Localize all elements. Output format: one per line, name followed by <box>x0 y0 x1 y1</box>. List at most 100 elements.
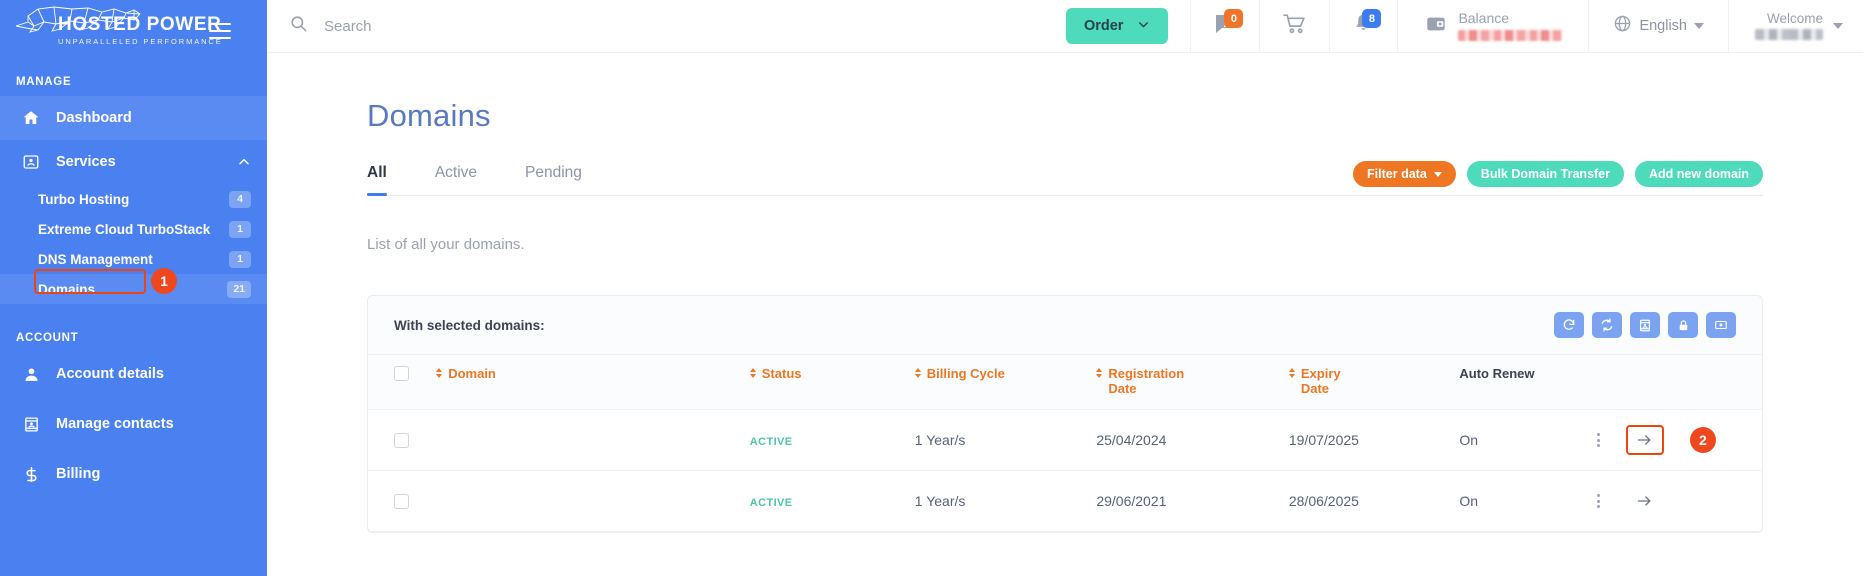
content-area: Order 0 <box>267 0 1863 576</box>
page-title: Domains <box>367 98 491 133</box>
contacts-icon[interactable] <box>1630 312 1660 338</box>
order-button[interactable]: Order <box>1065 8 1169 44</box>
th-billing-cycle[interactable]: Billing Cycle <box>914 355 1097 410</box>
sidebar-item-turbo-hosting[interactable]: Turbo Hosting 4 <box>0 184 267 214</box>
auto-renew-sync-icon[interactable] <box>1592 312 1622 338</box>
row-registration-date: 29/06/2021 <box>1096 470 1289 532</box>
search-input[interactable] <box>324 17 644 35</box>
balance-text: Balance <box>1458 9 1563 42</box>
filter-data-label: Filter data <box>1367 167 1427 181</box>
sort-icon <box>749 368 756 378</box>
row-open-arrow-icon[interactable] <box>1626 486 1664 516</box>
support-tickets-button[interactable]: 0 <box>1190 0 1259 52</box>
user-menu[interactable]: Welcome <box>1728 0 1863 52</box>
renew-icon[interactable] <box>1554 312 1584 338</box>
sidebar-brand[interactable]: HOSTED POWER UNPARALLELED PERFORMANCE <box>0 0 267 62</box>
status-badge: ACTIVE <box>749 436 793 448</box>
sidebar-item-manage-contacts-label: Manage contacts <box>56 416 174 432</box>
language-label: English <box>1639 18 1687 34</box>
sidebar-badge-dns-management: 1 <box>229 250 251 268</box>
row-status-cell: ACTIVE <box>749 409 915 471</box>
sidebar-badge-extreme-cloud-turbostack: 1 <box>229 220 251 238</box>
sidebar-badge-domains: 21 <box>227 280 251 298</box>
sidebar-item-dashboard[interactable]: Dashboard <box>0 96 267 140</box>
row-select-cell <box>368 470 437 532</box>
welcome-label: Welcome <box>1766 10 1823 26</box>
table-row[interactable]: ACTIVE 1 Year/s 29/06/2021 28/06/2025 On <box>368 470 1762 532</box>
annotation-step-1: 1 <box>151 268 177 294</box>
row-open-arrow-icon[interactable] <box>1625 425 1664 455</box>
sidebar-item-manage-contacts[interactable]: Manage contacts <box>0 402 267 446</box>
row-menu-icon[interactable] <box>1596 433 1600 447</box>
sidebar-item-extreme-cloud-turbostack-label: Extreme Cloud TurboStack <box>38 221 211 237</box>
row-domain-cell <box>436 409 750 471</box>
row-checkbox[interactable] <box>394 432 409 448</box>
order-button-label: Order <box>1083 18 1124 34</box>
services-card-icon <box>16 153 46 171</box>
chevron-down-icon <box>1137 18 1150 35</box>
sidebar-item-dns-management[interactable]: DNS Management 1 <box>0 244 267 274</box>
shopping-cart-icon <box>1282 11 1307 41</box>
chevron-up-icon[interactable] <box>237 155 251 169</box>
row-actions-cell <box>1596 470 1762 532</box>
filter-data-button[interactable]: Filter data <box>1353 161 1456 187</box>
table-row[interactable]: ACTIVE 1 Year/s 25/04/2024 19/07/2025 On <box>368 409 1762 471</box>
sidebar-item-billing[interactable]: Billing <box>0 452 267 496</box>
row-menu-icon[interactable] <box>1596 494 1600 508</box>
tab-bar: All Active Pending Filter data Bulk Doma… <box>367 161 1763 196</box>
tab-pending-label: Pending <box>525 164 582 181</box>
row-checkbox[interactable] <box>394 493 409 509</box>
order-cell: Order <box>1044 0 1191 52</box>
registrar-lock-icon[interactable] <box>1668 312 1698 338</box>
sidebar-item-services[interactable]: Services <box>0 140 267 184</box>
tab-pending[interactable]: Pending <box>525 164 582 195</box>
row-registration-date: 25/04/2024 <box>1096 409 1289 471</box>
caret-down-icon <box>1833 23 1843 29</box>
tab-all[interactable]: All <box>367 164 387 196</box>
domains-card: With selected domains: Domain Status Bil… <box>367 295 1763 533</box>
bulk-domain-transfer-button[interactable]: Bulk Domain Transfer <box>1466 161 1624 187</box>
add-new-domain-button[interactable]: Add new domain <box>1635 161 1763 187</box>
row-status-cell: ACTIVE <box>749 470 915 532</box>
th-actions <box>1596 355 1762 410</box>
domains-table-body: ACTIVE 1 Year/s 25/04/2024 19/07/2025 On <box>368 409 1762 532</box>
th-expiry-date[interactable]: Expiry Date <box>1288 355 1460 410</box>
th-status[interactable]: Status <box>749 355 915 410</box>
add-new-domain-label: Add new domain <box>1649 167 1749 181</box>
row-expiry-date: 19/07/2025 <box>1288 409 1460 471</box>
sort-icon <box>1096 368 1103 378</box>
th-domain[interactable]: Domain <box>436 355 750 410</box>
th-billing-cycle-label: Billing Cycle <box>926 366 1005 381</box>
balance-value-redacted <box>1458 30 1563 42</box>
row-actions-cell: 2 <box>1596 409 1762 471</box>
notifications-button[interactable]: 8 <box>1329 0 1397 52</box>
sidebar-item-account-details[interactable]: Account details <box>0 352 267 396</box>
sort-icon <box>914 368 921 378</box>
annotation-step-2: 2 <box>1689 427 1716 453</box>
toolbar-actions: Filter data Bulk Domain Transfer Add new… <box>1353 161 1763 187</box>
sidebar-item-extreme-cloud-turbostack[interactable]: Extreme Cloud TurboStack 1 <box>0 214 267 244</box>
balance-label: Balance <box>1458 9 1510 26</box>
sidebar-item-domains[interactable]: Domains 21 <box>0 274 267 304</box>
hamburger-menu-icon[interactable] <box>209 23 231 39</box>
cheetah-logo-icon <box>15 6 141 33</box>
search-icon[interactable] <box>289 14 308 38</box>
row-auto-renew: On <box>1459 470 1597 532</box>
language-selector[interactable]: English <box>1588 0 1728 52</box>
sidebar-item-billing-label: Billing <box>56 466 101 482</box>
sort-icon <box>1288 368 1295 378</box>
cart-button[interactable] <box>1259 0 1329 52</box>
table-header-row: Domain Status Billing Cycle Registration… <box>368 355 1762 410</box>
domains-table: Domain Status Billing Cycle Registration… <box>368 355 1762 532</box>
balance-cell[interactable]: Balance <box>1397 0 1588 52</box>
th-status-label: Status <box>761 366 802 381</box>
welcome-text: Welcome <box>1755 10 1823 41</box>
th-registration-date[interactable]: Registration Date <box>1096 355 1289 410</box>
nameservers-icon[interactable] <box>1706 312 1736 338</box>
tab-active[interactable]: Active <box>435 164 477 195</box>
caret-down-icon <box>1433 171 1442 177</box>
sort-icon <box>436 368 443 378</box>
select-all-checkbox[interactable] <box>394 366 409 381</box>
tab-active-label: Active <box>434 164 478 181</box>
sidebar-item-account-details-label: Account details <box>56 366 164 382</box>
